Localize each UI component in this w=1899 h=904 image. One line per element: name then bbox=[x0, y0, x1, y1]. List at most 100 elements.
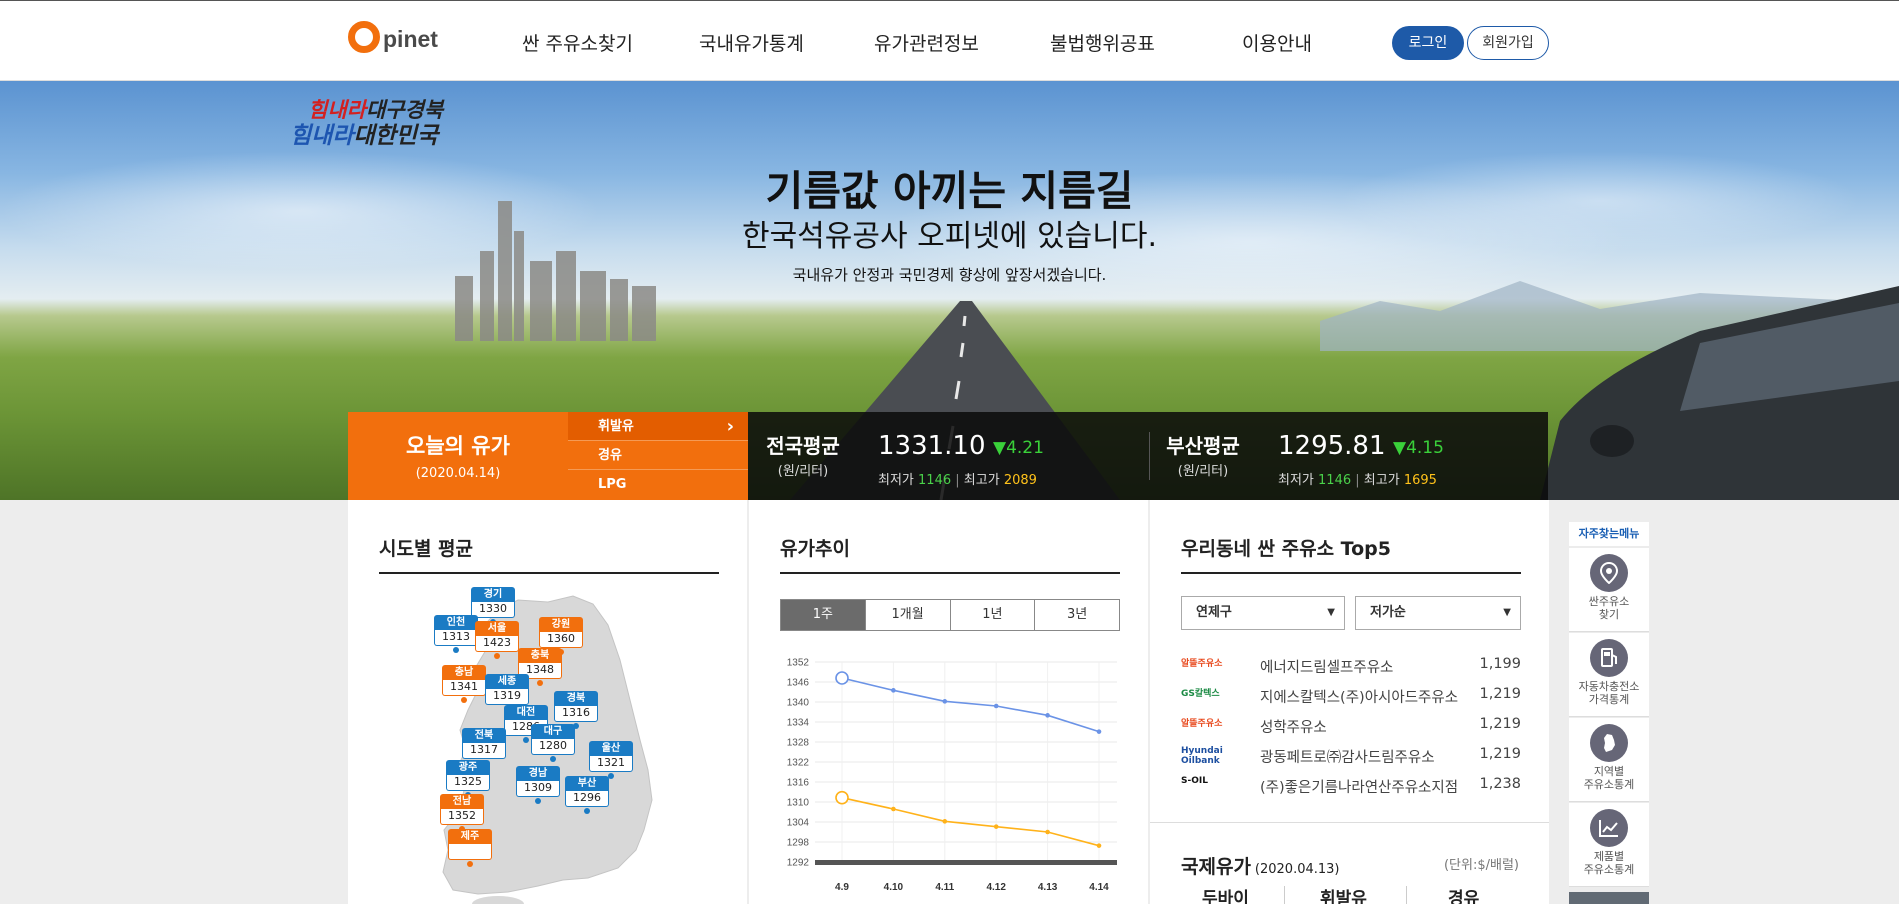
price-trend-panel: 유가추이 1주 1개월 1년 3년 1352 1346 1340 1334 1328 13… bbox=[749, 500, 1148, 904]
national-avg-label: 전국평균 bbox=[766, 434, 840, 458]
region-name: 충북 bbox=[518, 648, 562, 663]
nav-oil-info[interactable]: 유가관련정보 bbox=[874, 29, 979, 56]
chart-point bbox=[1096, 843, 1102, 848]
tab-gasoline[interactable]: 휘발유 › bbox=[568, 412, 748, 441]
sort-select-value: 저가순 bbox=[1370, 605, 1406, 620]
region-marker[interactable]: 전남 1352 bbox=[440, 794, 484, 832]
national-avg-unit: (원/리터) bbox=[777, 464, 829, 479]
chart-point bbox=[993, 824, 999, 829]
cheap-stations-title: 우리동네 싼 주유소 Top5 bbox=[1181, 538, 1391, 560]
region-marker[interactable]: 서울 1423 bbox=[475, 621, 519, 659]
station-row[interactable]: 알뜰주유소 에너지드림셀프주유소 1,199 bbox=[1181, 651, 1521, 681]
intl-col-diesel[interactable]: 경유 bbox=[1448, 884, 1479, 904]
site-header: pinet 싼 주유소찾기 국내유가통계 유가관련정보 불법행위공표 이용안내 … bbox=[0, 0, 1899, 81]
region-dot bbox=[453, 647, 459, 653]
quick-product-stats[interactable]: 제품별 주유소통계 bbox=[1569, 803, 1649, 887]
chart-y-tick-label: 1292 bbox=[787, 858, 810, 869]
nav-domestic-stats[interactable]: 국내유가통계 bbox=[699, 29, 804, 56]
station-price: 1,219 bbox=[1479, 746, 1521, 762]
intl-title-text: 국제유가 bbox=[1181, 856, 1251, 878]
station-row[interactable]: Hyundai Oilbank 광동페트로㈜감사드림주유소 1,219 bbox=[1181, 741, 1521, 771]
intl-col-dubai[interactable]: 두바이 bbox=[1202, 884, 1249, 904]
national-max-value: 2089 bbox=[1003, 473, 1037, 488]
slogan-line2-accent: 힘내라 bbox=[290, 122, 354, 149]
region-name: 대전 bbox=[504, 705, 548, 720]
station-row[interactable]: GS칼텍스 지에스칼텍스(주)아시아드주유소 1,219 bbox=[1181, 681, 1521, 711]
district-select[interactable]: 연제구 ▼ bbox=[1181, 596, 1345, 630]
station-brand-logo: S-OIL bbox=[1181, 776, 1208, 786]
national-avg-change: ▼4.21 bbox=[993, 438, 1044, 458]
quick-find-cheap-station[interactable]: 싼주유소 찾기 bbox=[1569, 548, 1649, 632]
tab-diesel[interactable]: 경유 bbox=[568, 441, 748, 470]
chart-y-tick-label: 1328 bbox=[787, 738, 810, 749]
quick-menu: 자주찾는메뉴 싼주유소 찾기 자동차충전소 가격통계 지역별 주유소통계 제품별… bbox=[1569, 522, 1649, 904]
signup-button[interactable]: 회원가입 bbox=[1467, 26, 1549, 60]
region-marker[interactable]: 부산 1296 bbox=[565, 776, 609, 814]
region-value: 1309 bbox=[516, 781, 560, 797]
region-marker[interactable]: 인천 1313 bbox=[434, 615, 478, 653]
quick-label: 자동차충전소 bbox=[1578, 680, 1640, 693]
chart-y-tick-label: 1322 bbox=[787, 758, 810, 769]
chart-point-start bbox=[835, 790, 849, 805]
quick-charging-stats[interactable]: 자동차충전소 가격통계 bbox=[1569, 633, 1649, 717]
region-value: 1316 bbox=[554, 706, 598, 722]
region-dot bbox=[537, 680, 543, 686]
local-max-label: 최고가 bbox=[1363, 473, 1400, 488]
region-name: 전북 bbox=[462, 728, 506, 743]
nav-guide[interactable]: 이용안내 bbox=[1242, 29, 1312, 56]
hero-description: 국내유가 안정과 국민경제 향상에 앞장서겠습니다. bbox=[792, 266, 1107, 284]
region-name: 부산 bbox=[565, 776, 609, 791]
region-marker[interactable]: 충남 1341 bbox=[442, 665, 486, 703]
logo-text: pinet bbox=[383, 26, 438, 52]
chart-point-start bbox=[835, 671, 849, 685]
region-name: 강원 bbox=[539, 617, 583, 632]
average-price-box: 전국평균 (원/리터) 1331.10 ▼4.21 최저가 1146 | 최고가… bbox=[748, 412, 1548, 500]
chart-x-tick-label: 4.11 bbox=[935, 882, 954, 893]
quick-regional-stats[interactable]: 지역별 주유소통계 bbox=[1569, 718, 1649, 802]
region-marker[interactable]: 제주 bbox=[448, 829, 492, 867]
station-price: 1,199 bbox=[1479, 656, 1521, 672]
region-marker[interactable]: 경남 1309 bbox=[516, 766, 560, 804]
nav-illegal-disclosure[interactable]: 불법행위공표 bbox=[1050, 29, 1155, 56]
station-row[interactable]: 알뜰주유소 성학주유소 1,219 bbox=[1181, 711, 1521, 741]
local-min-value: 1146 bbox=[1318, 473, 1352, 488]
region-name: 광주 bbox=[446, 760, 490, 775]
region-value: 1423 bbox=[475, 636, 519, 652]
hero-title: 기름값 아끼는 지름길 bbox=[765, 167, 1134, 215]
station-row[interactable]: S-OIL (주)좋은기름나라연산주유소지점 1,238 bbox=[1181, 771, 1521, 801]
login-button[interactable]: 로그인 bbox=[1392, 26, 1464, 60]
region-value: 1280 bbox=[531, 739, 575, 755]
chart-point bbox=[891, 688, 896, 693]
local-avg-label: 부산평균 bbox=[1166, 434, 1240, 458]
charging-station-icon bbox=[1590, 639, 1628, 677]
region-value: 1321 bbox=[589, 756, 633, 772]
tab-diesel-label: 경유 bbox=[598, 448, 622, 463]
chart-point bbox=[1045, 713, 1050, 718]
nav-find-station[interactable]: 싼 주유소찾기 bbox=[522, 29, 633, 56]
region-marker[interactable]: 대구 1280 bbox=[531, 724, 575, 762]
region-name: 전남 bbox=[440, 794, 484, 809]
tab-lpg[interactable]: LPG bbox=[568, 470, 748, 499]
fuel-type-tabs: 휘발유 › 경유 LPG bbox=[568, 412, 748, 500]
panel-divider bbox=[1150, 822, 1549, 823]
region-marker[interactable]: 광주 1325 bbox=[446, 760, 490, 798]
intl-col-gasoline[interactable]: 휘발유 bbox=[1320, 884, 1367, 904]
chart-point bbox=[1096, 729, 1102, 734]
station-price: 1,219 bbox=[1479, 716, 1521, 732]
quick-menu-scroll-top[interactable] bbox=[1569, 892, 1649, 904]
quick-menu-title: 자주찾는메뉴 bbox=[1569, 522, 1649, 546]
intl-date: (2020.04.13) bbox=[1254, 862, 1340, 877]
region-name: 울산 bbox=[589, 741, 633, 756]
national-min-value: 1146 bbox=[918, 473, 952, 488]
slogan-line1-accent: 힘내라 bbox=[308, 97, 366, 122]
region-marker[interactable]: 울산 1321 bbox=[589, 741, 633, 779]
local-max-value: 1695 bbox=[1403, 473, 1437, 488]
opinet-logo[interactable]: pinet bbox=[348, 15, 438, 53]
region-value: 1360 bbox=[539, 632, 583, 648]
chart-point bbox=[942, 819, 948, 824]
sort-select[interactable]: 저가순 ▼ bbox=[1355, 596, 1521, 630]
national-avg-price: 1331.10 bbox=[878, 431, 986, 461]
hero-subtitle: 한국석유공사 오피넷에 있습니다. bbox=[741, 219, 1157, 254]
caret-down-icon: ▼ bbox=[1327, 607, 1335, 618]
chart-y-tick-label: 1346 bbox=[787, 678, 810, 689]
